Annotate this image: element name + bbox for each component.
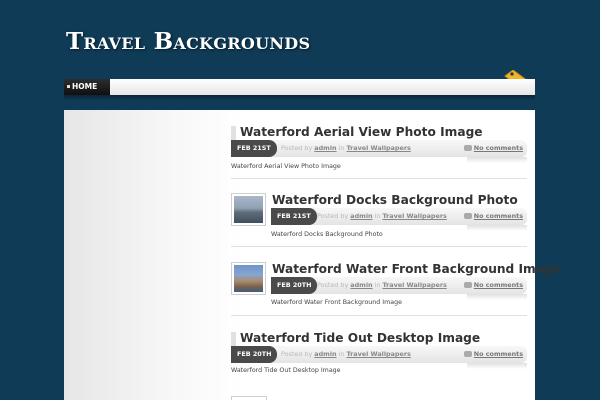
- post-thumbnail[interactable]: [231, 193, 266, 226]
- post-meta-bar: FEB 20TH Posted by admin in Travel Wallp…: [231, 346, 527, 369]
- posted-by-label: Posted by: [317, 212, 349, 220]
- post-4: Waterford Tide Out Desktop Image FEB 20T…: [231, 331, 527, 381]
- comment-bubble-icon: [463, 145, 472, 151]
- comments-link[interactable]: No comments: [463, 277, 523, 294]
- comment-bubble-icon: [463, 351, 472, 357]
- author-link[interactable]: admin: [350, 281, 372, 289]
- comments-label: No comments: [473, 212, 523, 220]
- date-badge: FEB 20TH: [231, 346, 278, 363]
- category-link[interactable]: Travel Wallpapers: [383, 281, 447, 289]
- nav-shadow: [64, 95, 535, 101]
- title-accent: [231, 332, 236, 346]
- in-label: in: [338, 350, 345, 358]
- post-meta: Posted by admin in Travel Wallpapers: [317, 208, 447, 225]
- post-excerpt: Waterford Aerial View Photo Image: [231, 163, 341, 170]
- post-divider: [231, 315, 527, 316]
- comments-link[interactable]: No comments: [463, 208, 523, 225]
- category-link[interactable]: Travel Wallpapers: [347, 350, 411, 358]
- nav-bullet-icon: [67, 85, 70, 88]
- posted-by-label: Posted by: [281, 144, 313, 152]
- in-label: in: [374, 281, 381, 289]
- post-divider: [231, 246, 527, 247]
- next-post-thumbnail[interactable]: [231, 396, 267, 400]
- date-badge: FEB 21ST: [231, 140, 277, 157]
- post-meta: Posted by admin in Travel Wallpapers: [281, 346, 411, 363]
- post-title[interactable]: Waterford Water Front Background Image: [272, 262, 561, 276]
- post-excerpt: Waterford Docks Background Photo: [271, 231, 383, 238]
- in-label: in: [338, 144, 345, 152]
- main-navigation: HOME: [64, 79, 535, 95]
- posted-by-label: Posted by: [317, 281, 349, 289]
- comments-link[interactable]: No comments: [463, 140, 523, 157]
- comment-bubble-icon: [463, 213, 472, 219]
- date-badge: FEB 20TH: [271, 277, 318, 294]
- post-meta-bar: FEB 21ST Posted by admin in Travel Wallp…: [231, 140, 527, 163]
- post-divider: [231, 178, 527, 179]
- author-link[interactable]: admin: [350, 212, 372, 220]
- author-link[interactable]: admin: [314, 350, 336, 358]
- post-title[interactable]: Waterford Tide Out Desktop Image: [240, 331, 480, 345]
- site-title[interactable]: Travel Backgrounds: [66, 28, 310, 55]
- comment-bubble-icon: [463, 282, 472, 288]
- comments-label: No comments: [473, 350, 523, 358]
- in-label: in: [374, 212, 381, 220]
- post-meta-bar: FEB 21ST Posted by admin in Travel Wallp…: [271, 208, 527, 231]
- post-thumbnail[interactable]: [231, 262, 266, 295]
- posted-by-label: Posted by: [281, 350, 313, 358]
- post-excerpt: Waterford Tide Out Desktop Image: [231, 367, 341, 374]
- comments-link[interactable]: No comments: [463, 346, 523, 363]
- post-meta: Posted by admin in Travel Wallpapers: [317, 277, 447, 294]
- nav-home-label: HOME: [72, 82, 98, 91]
- post-title[interactable]: Waterford Docks Background Photo: [272, 193, 518, 207]
- comments-label: No comments: [473, 144, 523, 152]
- post-3: Waterford Water Front Background Image F…: [231, 262, 561, 312]
- post-title[interactable]: Waterford Aerial View Photo Image: [240, 125, 483, 139]
- comments-label: No comments: [473, 281, 523, 289]
- post-excerpt: Waterford Water Front Background Image: [271, 299, 402, 306]
- post-meta: Posted by admin in Travel Wallpapers: [281, 140, 411, 157]
- nav-home-link[interactable]: HOME: [64, 79, 110, 95]
- title-accent: [231, 126, 236, 140]
- category-link[interactable]: Travel Wallpapers: [383, 212, 447, 220]
- category-link[interactable]: Travel Wallpapers: [347, 144, 411, 152]
- author-link[interactable]: admin: [314, 144, 336, 152]
- date-badge: FEB 21ST: [271, 208, 317, 225]
- post-1: Waterford Aerial View Photo Image FEB 21…: [231, 125, 527, 175]
- post-2: Waterford Docks Background Photo FEB 21S…: [231, 193, 527, 243]
- post-meta-bar: FEB 20TH Posted by admin in Travel Wallp…: [271, 277, 527, 300]
